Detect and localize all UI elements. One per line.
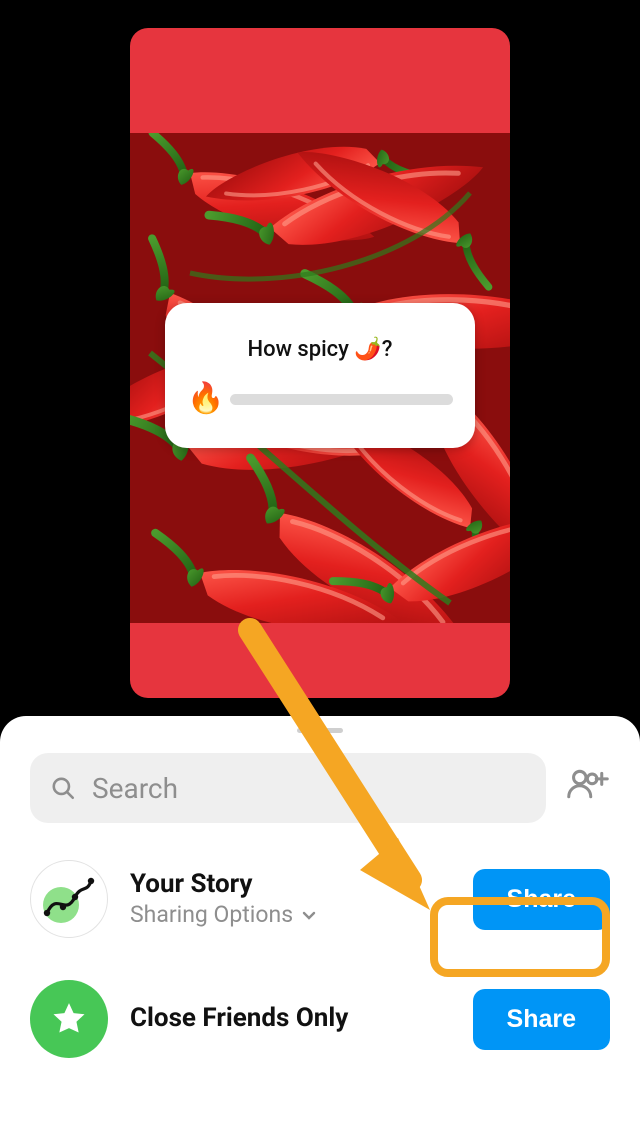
your-story-avatar — [30, 860, 108, 938]
dest-subtitle: Sharing Options — [130, 901, 293, 928]
slider-track[interactable] — [230, 394, 453, 405]
share-destination-list: Your Story Sharing Options Share Close F… — [0, 849, 640, 1069]
search-icon — [50, 775, 76, 801]
emoji-slider[interactable]: 🔥 — [187, 384, 453, 414]
dest-title: Your Story — [130, 870, 451, 900]
close-friends-avatar — [30, 980, 108, 1058]
share-row-close-friends: Close Friends Only Share — [30, 969, 610, 1069]
sharing-options-button[interactable]: Sharing Options — [130, 901, 451, 928]
share-row-your-story: Your Story Sharing Options Share — [30, 849, 610, 949]
add-people-button[interactable] — [566, 766, 610, 810]
search-input[interactable]: Search — [30, 753, 546, 823]
share-button-close-friends[interactable]: Share — [473, 989, 610, 1050]
sheet-drag-handle[interactable] — [297, 728, 343, 733]
share-button-your-story[interactable]: Share — [473, 869, 610, 930]
search-placeholder: Search — [92, 772, 178, 805]
poll-question-text: How spicy 🌶️? — [248, 337, 393, 362]
share-sheet: Search — [0, 716, 640, 1136]
add-people-icon — [566, 766, 610, 800]
story-preview: How spicy 🌶️? 🔥 — [130, 28, 510, 698]
dest-title: Close Friends Only — [130, 1004, 451, 1034]
star-icon — [50, 1000, 88, 1038]
story-graph-icon — [41, 871, 97, 927]
chevron-down-icon — [301, 907, 317, 923]
fire-icon[interactable]: 🔥 — [187, 384, 224, 414]
emoji-slider-sticker[interactable]: How spicy 🌶️? 🔥 — [165, 303, 475, 448]
